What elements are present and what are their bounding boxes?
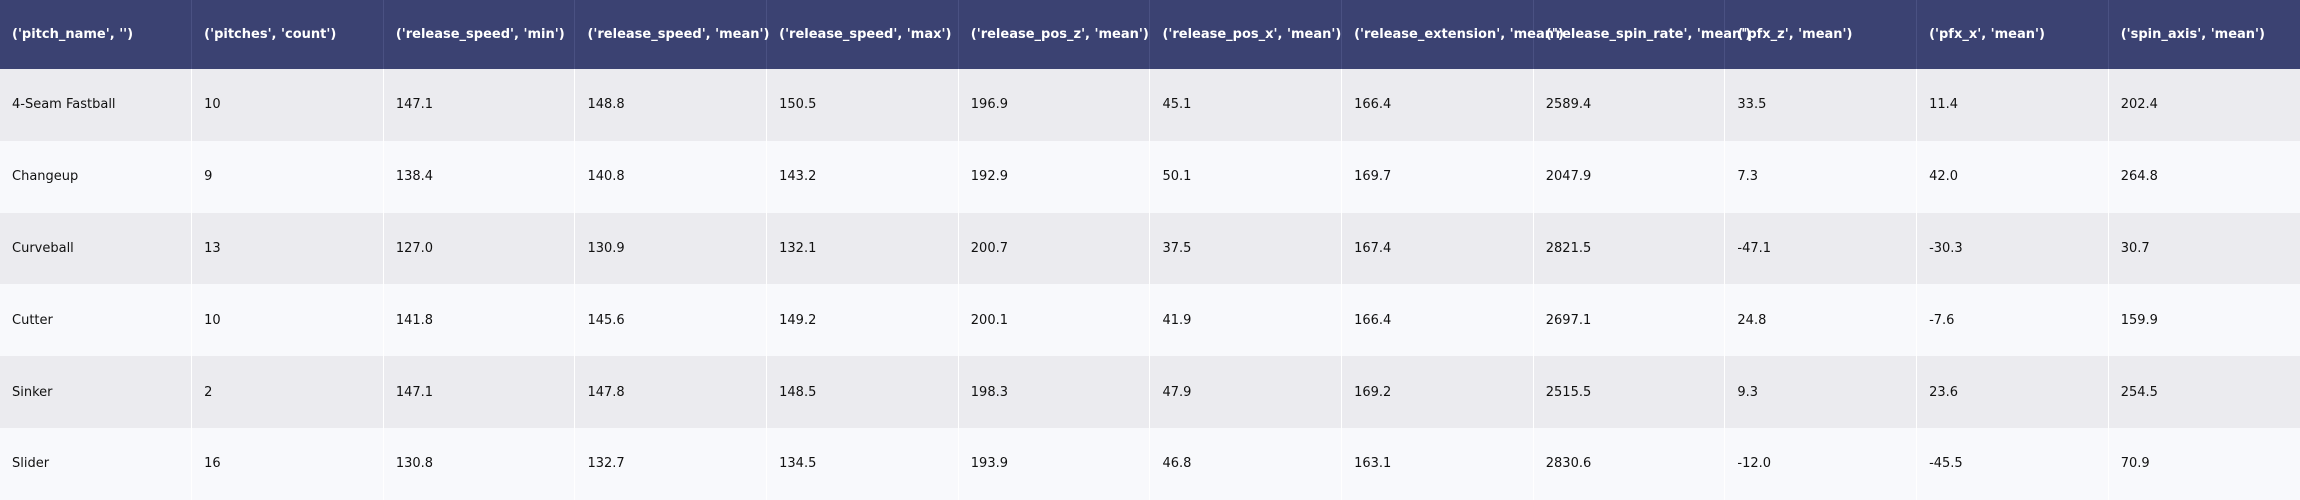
table-cell: 37.5	[1149, 212, 1343, 285]
table-row: Sinker 2 147.1 147.8 148.5 198.3 47.9 169.2 2515…	[0, 356, 2300, 428]
table-cell: 159.9	[2108, 284, 2300, 357]
table-cell: -12.0	[1724, 427, 1918, 500]
header-row: ('pitch_name', '') ('pitches', 'count') ('…	[0, 0, 2300, 69]
table-cell: 70.9	[2108, 427, 2300, 500]
table-cell: 143.2	[766, 140, 959, 213]
table-cell: -7.6	[1916, 284, 2109, 357]
table-cell: 130.8	[383, 427, 576, 500]
table-cell: 198.3	[958, 356, 1151, 428]
table-cell: 138.4	[383, 140, 576, 213]
column-header: ('release_speed', 'min')	[383, 0, 576, 69]
table-cell: 166.4	[1341, 284, 1534, 357]
table-cell: 45.1	[1149, 69, 1343, 141]
table-cell: 9.3	[1724, 356, 1918, 428]
table-cell: 2830.6	[1533, 427, 1726, 500]
table-row: Curveball 13 127.0 130.9 132.1 200.7 37.5 167.4…	[0, 212, 2300, 285]
table-cell: -30.3	[1916, 212, 2109, 285]
table-cell: 200.7	[958, 212, 1151, 285]
table-row: Changeup 9 138.4 140.8 143.2 192.9 50.1 169.7 20…	[0, 140, 2300, 213]
table-header: ('pitch_name', '') ('pitches', 'count') ('…	[0, 0, 2300, 69]
table-cell: 202.4	[2108, 69, 2300, 141]
table-cell: 254.5	[2108, 356, 2300, 428]
table-cell: 264.8	[2108, 140, 2300, 213]
table-cell: 13	[191, 212, 384, 285]
table-cell: 11.4	[1916, 69, 2109, 141]
table-cell: 163.1	[1341, 427, 1534, 500]
table-cell: 147.1	[383, 69, 576, 141]
column-header: ('release_pos_x', 'mean')	[1149, 0, 1343, 69]
table-cell: 150.5	[766, 69, 959, 141]
table-cell: 169.7	[1341, 140, 1534, 213]
column-header: ('release_speed', 'max')	[766, 0, 959, 69]
column-header: ('pitch_name', '')	[0, 0, 193, 69]
table-cell: 145.6	[574, 284, 768, 357]
table-cell: 134.5	[766, 427, 959, 500]
table-cell: 127.0	[383, 212, 576, 285]
column-header: ('spin_axis', 'mean')	[2108, 0, 2300, 69]
table-cell: 140.8	[574, 140, 768, 213]
column-header: ('release_pos_z', 'mean')	[958, 0, 1151, 69]
table-cell: 147.8	[574, 356, 768, 428]
data-table-container: ('pitch_name', '') ('pitches', 'count') ('…	[0, 0, 2300, 500]
table-cell: 9	[191, 140, 384, 213]
table-cell: 46.8	[1149, 427, 1343, 500]
table-cell: 23.6	[1916, 356, 2109, 428]
table-cell: 147.1	[383, 356, 576, 428]
table-cell: 42.0	[1916, 140, 2109, 213]
table-body: 4-Seam Fastball 10 147.1 148.8 150.5 196.9 45.…	[0, 69, 2300, 500]
pitch-name-cell: Changeup	[0, 140, 193, 213]
table-cell: 2697.1	[1533, 284, 1726, 357]
table-cell: 2	[191, 356, 384, 428]
table-cell: 2515.5	[1533, 356, 1726, 428]
table-row: Slider 16 130.8 132.7 134.5 193.9 46.8 163.1 283…	[0, 427, 2300, 500]
table-cell: 2047.9	[1533, 140, 1726, 213]
table-cell: 2821.5	[1533, 212, 1726, 285]
pitch-name-cell: Slider	[0, 427, 193, 500]
table-cell: 148.8	[574, 69, 768, 141]
table-cell: 196.9	[958, 69, 1151, 141]
table-cell: 10	[191, 284, 384, 357]
table-cell: 7.3	[1724, 140, 1918, 213]
table-cell: 10	[191, 69, 384, 141]
column-header: ('pitches', 'count')	[191, 0, 384, 69]
table-cell: 149.2	[766, 284, 959, 357]
pitch-name-cell: Sinker	[0, 356, 193, 428]
column-header: ('pfx_z', 'mean')	[1724, 0, 1918, 69]
table-cell: -47.1	[1724, 212, 1918, 285]
table-cell: 41.9	[1149, 284, 1343, 357]
table-cell: 30.7	[2108, 212, 2300, 285]
table-cell: 148.5	[766, 356, 959, 428]
pitch-name-cell: 4-Seam Fastball	[0, 69, 193, 141]
table-cell: 47.9	[1149, 356, 1343, 428]
table-cell: 167.4	[1341, 212, 1534, 285]
table-cell: 200.1	[958, 284, 1151, 357]
table-cell: 130.9	[574, 212, 768, 285]
table-cell: 132.7	[574, 427, 768, 500]
column-header: ('pfx_x', 'mean')	[1916, 0, 2109, 69]
column-header: ('release_speed', 'mean')	[574, 0, 769, 69]
table-cell: 2589.4	[1533, 69, 1726, 141]
column-header: ('release_extension', 'mean')	[1341, 0, 1564, 69]
table-cell: 166.4	[1341, 69, 1534, 141]
table-row: 4-Seam Fastball 10 147.1 148.8 150.5 196.9 45.…	[0, 69, 2300, 141]
table-cell: -45.5	[1916, 427, 2109, 500]
pitch-stats-table: ('pitch_name', '') ('pitches', 'count') ('…	[0, 0, 2300, 500]
table-row: Cutter 10 141.8 145.6 149.2 200.1 41.9 166.4 269…	[0, 284, 2300, 357]
table-cell: 50.1	[1149, 140, 1343, 213]
pitch-name-cell: Cutter	[0, 284, 193, 357]
pitch-name-cell: Curveball	[0, 212, 193, 285]
table-cell: 193.9	[958, 427, 1151, 500]
table-cell: 33.5	[1724, 69, 1918, 141]
table-cell: 132.1	[766, 212, 959, 285]
table-cell: 192.9	[958, 140, 1151, 213]
table-cell: 169.2	[1341, 356, 1534, 428]
column-header: ('release_spin_rate', 'mean')	[1533, 0, 1751, 69]
table-cell: 16	[191, 427, 384, 500]
table-cell: 141.8	[383, 284, 576, 357]
table-cell: 24.8	[1724, 284, 1918, 357]
